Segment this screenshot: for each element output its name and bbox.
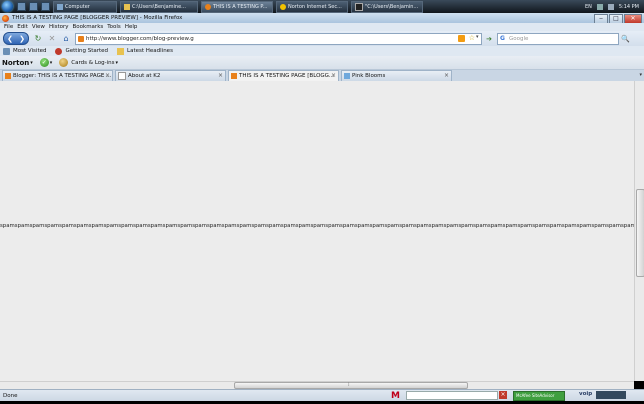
siteadvisor-button[interactable]: McAfee SiteAdvisor: [513, 391, 565, 401]
menu-help[interactable]: Help: [125, 24, 138, 30]
firefox-icon: [55, 47, 63, 55]
tab-blogger-edit[interactable]: Blogger: THIS IS A TESTING PAGE - ... ×: [2, 70, 113, 81]
menu-bookmarks[interactable]: Bookmarks: [73, 24, 104, 30]
navigation-toolbar: ❮ ❯ ↻ ✕ ⌂ ☆ ▾ ➔ G 🔍: [0, 31, 644, 46]
url-dropdown-icon[interactable]: ▾: [476, 34, 481, 40]
bookmark-getting-started[interactable]: Getting Started: [55, 47, 108, 55]
google-search-engine-icon[interactable]: G: [500, 35, 507, 42]
close-tab-icon[interactable]: ×: [444, 72, 449, 79]
blogger-favicon-icon: [231, 73, 237, 79]
vertical-scrollbar[interactable]: [634, 81, 644, 381]
blogger-favicon-icon: [5, 73, 11, 79]
go-button[interactable]: ➔: [485, 34, 493, 44]
chevron-down-icon[interactable]: ▾: [50, 60, 53, 66]
tray-volume-icon[interactable]: [607, 3, 614, 10]
chevron-down-icon[interactable]: ▾: [30, 60, 33, 66]
checkmark-icon[interactable]: ✓: [39, 58, 49, 67]
menu-file[interactable]: File: [4, 24, 13, 30]
tab-about-k2[interactable]: About at K2 ×: [115, 70, 226, 81]
quick-launch-media-icon[interactable]: [41, 2, 50, 11]
menu-tools[interactable]: Tools: [107, 24, 121, 30]
close-tab-icon[interactable]: ×: [218, 72, 223, 79]
window-titlebar: THIS IS A TESTING PAGE [BLOGGER PREVIEW]…: [0, 13, 644, 24]
language-indicator[interactable]: EN: [585, 4, 592, 10]
address-bar: ☆ ▾: [75, 32, 482, 45]
firefox-icon: [205, 3, 211, 10]
status-bar: Done M × McAfee SiteAdvisor voip: [0, 389, 644, 401]
page-content: spamspamspamspamspamspamspamspamspamspam…: [0, 81, 634, 381]
search-input[interactable]: [509, 34, 609, 43]
mcafee-search-input[interactable]: [406, 391, 498, 400]
voip-widget[interactable]: [596, 391, 626, 399]
back-forward-group: ❮ ❯: [3, 32, 29, 45]
vertical-scroll-thumb[interactable]: [636, 189, 644, 277]
command-prompt-icon: [355, 2, 363, 11]
voip-label[interactable]: voip: [579, 391, 592, 397]
tab-testing-page[interactable]: THIS IS A TESTING PAGE [BLOGG... ×: [228, 70, 339, 81]
start-button[interactable]: [2, 1, 13, 12]
taskbar: Computer C:\Users\Benjamine... THIS IS A…: [0, 0, 644, 13]
computer-icon: [57, 3, 63, 10]
bookmark-most-visited[interactable]: Most Visited: [3, 47, 46, 55]
task-command-prompt[interactable]: "C:\Users\Benjamin...: [351, 0, 423, 13]
live-bookmark-icon: [117, 47, 125, 55]
menu-history[interactable]: History: [49, 24, 69, 30]
clock[interactable]: 5:14 PM: [619, 4, 639, 10]
task-norton[interactable]: Norton Internet Sec...: [276, 0, 348, 13]
spam-text: spamspamspamspamspamspamspamspamspamspam…: [0, 223, 634, 229]
blogger-favicon-icon: [78, 35, 84, 42]
tab-bar: Blogger: THIS IS A TESTING PAGE - ... × …: [0, 70, 644, 81]
system-tray: EN 5:14 PM: [585, 0, 644, 13]
close-tab-icon[interactable]: ×: [105, 72, 110, 79]
window-title: THIS IS A TESTING PAGE [BLOGGER PREVIEW]…: [12, 15, 183, 21]
bookmark-star-icon[interactable]: ☆: [469, 34, 475, 42]
mcafee-icon[interactable]: M: [391, 391, 400, 401]
desktop-screen: Computer C:\Users\Benjamine... THIS IS A…: [0, 0, 644, 404]
page-icon: [118, 72, 126, 80]
pink-blooms-favicon-icon: [344, 73, 350, 79]
norton-logo[interactable]: Norton: [2, 59, 29, 67]
list-all-tabs-icon[interactable]: ▾: [639, 72, 642, 78]
bookmark-latest-headlines[interactable]: Latest Headlines: [117, 47, 173, 55]
menu-bar: File Edit View History Bookmarks Tools H…: [0, 23, 644, 31]
close-tab-icon[interactable]: ×: [331, 72, 336, 79]
firefox-icon: [2, 14, 9, 22]
forward-button[interactable]: ❯: [19, 35, 25, 43]
menu-edit[interactable]: Edit: [17, 24, 28, 30]
horizontal-scroll-thumb[interactable]: [234, 382, 468, 389]
cards-logins-button[interactable]: Cards & Log-ins: [71, 60, 114, 66]
grip-icon: ⁞: [348, 382, 350, 388]
home-button[interactable]: ⌂: [61, 34, 71, 44]
task-explorer-folder[interactable]: C:\Users\Benjamine...: [120, 0, 198, 13]
search-bar: G: [497, 32, 619, 45]
tray-network-icon[interactable]: [596, 3, 603, 10]
norton-toolbar: Norton ▾ ✓ ▾ Cards & Log-ins ▾: [0, 56, 644, 70]
url-input[interactable]: [86, 34, 446, 43]
task-computer[interactable]: Computer: [53, 0, 117, 13]
back-button[interactable]: ❮: [7, 35, 13, 43]
quick-launch-desktop-icon[interactable]: [17, 2, 26, 11]
rss-feed-icon[interactable]: [458, 34, 465, 42]
stop-button[interactable]: ✕: [47, 34, 57, 44]
task-firefox[interactable]: THIS IS A TESTING P...: [201, 0, 273, 13]
folder-icon: [124, 3, 130, 10]
tab-pink-blooms[interactable]: Pink Blooms ×: [341, 70, 452, 81]
norton-icon: [280, 3, 286, 10]
search-go-icon[interactable]: 🔍: [621, 35, 630, 43]
horizontal-scrollbar[interactable]: ⁞: [0, 381, 634, 389]
most-visited-icon: [3, 47, 10, 55]
status-text: Done: [3, 392, 18, 399]
reload-button[interactable]: ↻: [33, 34, 43, 44]
quick-launch-explorer-icon[interactable]: [29, 2, 38, 11]
chevron-down-icon[interactable]: ▾: [116, 60, 119, 66]
identity-safe-icon[interactable]: [59, 58, 69, 67]
bookmarks-toolbar: Most Visited Getting Started Latest Head…: [0, 46, 644, 56]
menu-view[interactable]: View: [32, 24, 45, 30]
close-icon[interactable]: ×: [499, 391, 507, 399]
